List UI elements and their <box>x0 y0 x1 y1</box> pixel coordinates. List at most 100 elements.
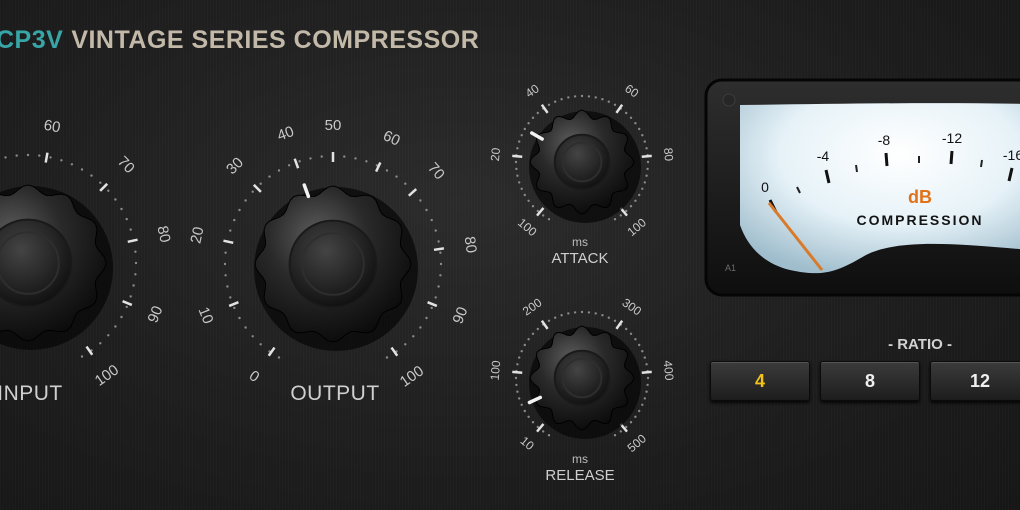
scale-dot <box>641 350 644 353</box>
scale-dot <box>134 261 138 265</box>
scale-dot <box>244 199 247 202</box>
scale-dot <box>70 163 74 166</box>
meter-tick <box>884 152 889 167</box>
scale-dot <box>244 326 247 329</box>
scale-dot <box>223 262 227 266</box>
scale-dot <box>645 363 648 366</box>
scale-dot <box>613 319 617 322</box>
meter-screw <box>722 93 736 107</box>
scale-dot <box>594 312 597 315</box>
scale-label: 100 <box>625 215 650 239</box>
scale-dot <box>90 174 93 177</box>
meter-minor-tick <box>855 164 858 173</box>
scale-dot <box>354 157 357 160</box>
meter-scale-label: -12 <box>942 130 962 146</box>
scale-dot <box>613 103 617 107</box>
scale-dot <box>425 316 428 320</box>
scale-dot <box>229 229 232 232</box>
scale-dot <box>132 284 135 287</box>
scale-dot <box>320 155 323 158</box>
ratio-button-8[interactable]: 8 <box>820 361 920 401</box>
scale-dot <box>4 156 7 159</box>
ratio-button-4[interactable]: 4 <box>710 361 810 401</box>
scale-dot <box>233 306 236 310</box>
scale-dot <box>643 397 646 400</box>
scale-dot <box>567 96 570 99</box>
scale-dot <box>404 182 407 185</box>
scale-label: 60 <box>622 81 641 100</box>
scale-tick <box>293 158 300 169</box>
scale-dot <box>634 415 637 418</box>
scale-dot <box>573 95 577 98</box>
scale-dot <box>547 103 551 107</box>
scale-dot <box>439 251 442 254</box>
scale-dot <box>287 164 291 167</box>
scale-dot <box>434 229 437 232</box>
meter-minor-tick <box>980 159 983 168</box>
attack-knob[interactable]: 100 20 40 60 80 100 <box>488 81 676 239</box>
scale-dot <box>567 312 570 315</box>
ratio-button-12[interactable]: 12 <box>930 361 1020 401</box>
scale-dot <box>233 218 236 222</box>
scale-dot <box>547 218 551 221</box>
scale-dot <box>80 168 84 171</box>
scale-dot <box>613 218 617 221</box>
scale-dot <box>514 160 518 164</box>
release-label: RELEASE <box>545 467 615 484</box>
release-knob[interactable]: 10 100 200 300 400 500 <box>488 295 677 455</box>
scale-dot <box>120 207 123 211</box>
scale-label: 80 <box>153 224 173 244</box>
compressor-panel: CP3V VINTAGE SERIES COMPRESSOR A1 0 -4 -… <box>0 0 1020 510</box>
scale-dot <box>645 174 648 177</box>
scale-dot <box>625 327 628 331</box>
scale-dot <box>49 156 52 159</box>
scale-dot <box>607 316 610 319</box>
output-label: OUTPUT <box>290 382 380 405</box>
scale-label: 40 <box>523 81 542 100</box>
scale-dot <box>515 167 518 171</box>
scale-label: 90 <box>450 305 472 327</box>
scale-dot <box>638 193 641 197</box>
meter-tick <box>949 150 954 165</box>
scale-dot <box>643 356 646 359</box>
input-knob[interactable]: 5060708090100 <box>0 117 174 390</box>
scale-dot <box>641 134 644 137</box>
scale-dot <box>224 274 227 277</box>
meter-scale-label: -4 <box>817 148 830 164</box>
scale-dot <box>430 218 433 222</box>
scale-label: 60 <box>380 127 402 149</box>
scale-dot <box>385 169 389 172</box>
scale-dot <box>114 325 117 328</box>
scale-dot <box>523 409 526 413</box>
scale-dot <box>629 332 633 335</box>
scale-dot <box>531 205 535 208</box>
attack-unit: ms <box>572 235 588 249</box>
scale-dot <box>251 190 254 193</box>
scale-dot <box>80 355 84 358</box>
scale-dot <box>580 94 584 98</box>
scale-dot <box>343 155 346 158</box>
scale-dot <box>515 383 518 387</box>
scale-tick <box>641 154 652 159</box>
scale-dot <box>527 122 530 125</box>
scale-tick <box>641 370 652 375</box>
scale-label: 100 <box>397 362 427 390</box>
scale-label: 50 <box>325 117 342 134</box>
scale-label: 40 <box>275 123 296 145</box>
scale-dot <box>437 240 440 243</box>
scale-dot <box>439 262 443 266</box>
scale-label: 20 <box>187 225 207 245</box>
scale-dot <box>114 198 117 201</box>
output-knob[interactable]: 0 10 20 30 40 50 60 70 80 90 100 <box>187 117 479 391</box>
scale-dot <box>547 434 551 437</box>
scale-label: 10 <box>194 305 216 327</box>
scale-dot <box>629 421 633 424</box>
scale-dot <box>523 343 526 347</box>
scale-dot <box>607 100 610 103</box>
scale-dot <box>15 154 18 157</box>
scale-label: 200 <box>520 295 545 318</box>
scale-dot <box>547 319 551 322</box>
scale-tick <box>427 301 438 308</box>
scale-dot <box>309 157 312 160</box>
scale-tick <box>127 238 138 244</box>
